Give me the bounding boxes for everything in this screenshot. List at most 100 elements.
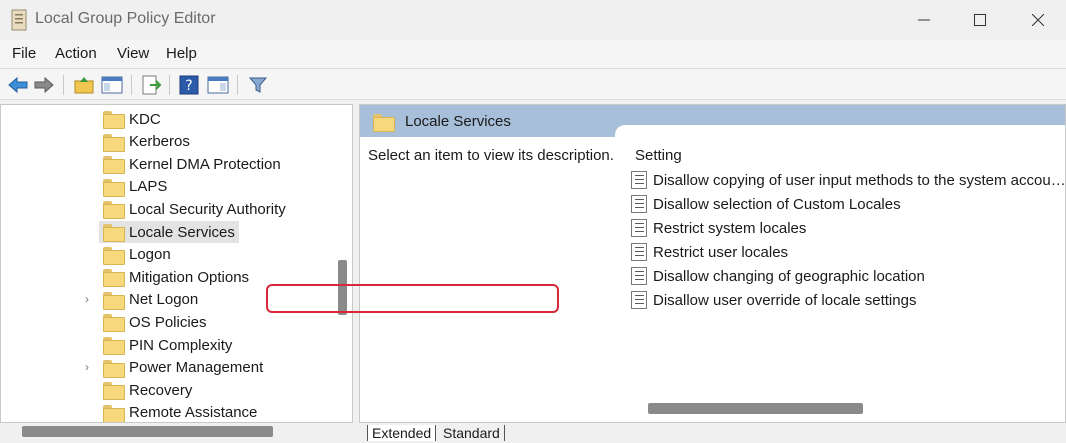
show-hide-tree-button[interactable] [100,73,124,97]
folder-icon [103,133,125,152]
back-arrow-icon [8,76,28,94]
console-tree-pane[interactable]: KDC Kerberos Kernel DMA Protection LAPS Loca… [0,104,353,423]
tree-item-label: Net Logon [129,291,199,309]
folder-up-icon [74,77,94,94]
tree-item-label: Locale Services [129,223,235,241]
show-hide-action-pane-button[interactable] [206,73,230,97]
tree-item-label: Kerberos [129,133,190,151]
maximize-icon [974,14,986,26]
tree-item[interactable]: Locale Services [99,221,239,243]
tree-item-label: Logon [129,246,171,264]
policy-setting-label: Disallow selection of Custom Locales [653,195,901,213]
tree-item-label: LAPS [129,178,168,196]
close-button[interactable] [1010,0,1066,40]
toolbar: ? [0,68,1066,100]
folder-icon [103,314,125,333]
settings-horizontal-scrollbar[interactable] [648,403,863,414]
tree-item-label: PIN Complexity [129,336,233,354]
policy-setting-row[interactable]: Disallow selection of Custom Locales [631,192,901,216]
setting-column-header[interactable]: Setting [635,147,682,164]
tree-item[interactable]: Logon [99,244,175,266]
tree-item-label: OS Policies [129,313,207,331]
menu-action[interactable]: Action [55,45,97,62]
minimize-button[interactable] [896,0,952,40]
tree-item[interactable]: Remote Assistance [99,402,261,422]
policy-setting-row[interactable]: Disallow user override of locale setting… [631,288,916,312]
tree-item[interactable]: PIN Complexity [99,334,236,356]
filter-button[interactable] [246,73,270,97]
tree-item-label: Mitigation Options [129,268,250,286]
tree-item[interactable]: Power Management [99,357,267,379]
view-tabs: Extended Standard [359,423,1066,443]
policy-setting-row[interactable]: Restrict system locales [631,216,806,240]
export-list-icon [142,75,162,95]
tree-item[interactable]: Local Security Authority [99,198,290,220]
tree-horizontal-scrollbar[interactable] [22,426,273,437]
policy-setting-icon [631,219,647,237]
policy-setting-icon [631,267,647,285]
tree-item-label: Remote Assistance [129,404,258,422]
folder-icon [103,404,125,422]
policy-setting-row[interactable]: Disallow copying of user input methods t… [631,168,1066,192]
folder-icon [103,382,125,401]
tab-standard[interactable]: Standard [439,425,505,441]
tree-item[interactable]: Net Logon [99,289,202,311]
folder-icon [103,156,125,175]
menu-bar: File Action View Help [0,40,1066,68]
policy-setting-icon [631,243,647,261]
toolbar-separator [131,75,132,95]
toolbar-separator [237,75,238,95]
policy-setting-label: Restrict user locales [653,243,789,261]
menu-file[interactable]: File [12,45,36,62]
tree-item[interactable]: Kerberos [99,131,194,153]
folder-icon [103,291,125,310]
settings-list: Setting Disallow copying of user input m… [615,125,1066,422]
up-one-level-button[interactable] [72,73,96,97]
help-icon: ? [179,75,199,95]
group-policy-app-icon [11,9,27,31]
menu-view[interactable]: View [117,45,149,62]
folder-icon [103,111,125,129]
policy-setting-row[interactable]: Disallow changing of geographic location [631,264,925,288]
tree-item[interactable]: Recovery [99,379,196,401]
folder-icon [103,337,125,355]
policy-setting-label: Disallow user override of locale setting… [653,291,917,309]
tree-item-label: KDC [129,110,161,128]
minimize-icon [918,19,930,21]
maximize-button[interactable] [952,0,1008,40]
close-icon [1032,14,1044,26]
folder-icon [103,224,125,242]
details-pane: Locale Services Select an item to view i… [359,104,1066,423]
menu-help[interactable]: Help [166,45,197,62]
highlight-box [266,284,559,313]
back-button[interactable] [6,73,30,97]
tree-item[interactable]: LAPS [99,176,171,198]
svg-text:?: ? [185,78,192,94]
policy-setting-icon [631,171,647,189]
folder-icon [103,178,125,197]
tab-extended[interactable]: Extended [367,425,437,441]
expand-chevron-icon[interactable]: › [85,360,89,374]
tree-item[interactable]: Mitigation Options [99,266,253,288]
details-header-title: Locale Services [405,113,511,130]
folder-icon [103,359,125,378]
help-button[interactable]: ? [177,73,201,97]
tree-item[interactable]: KDC [99,108,165,130]
action-pane-icon [207,76,229,94]
tree-item[interactable]: OS Policies [99,311,211,333]
policy-setting-label: Disallow copying of user input methods t… [653,171,1066,189]
description-text: Select an item to view its description. [368,147,614,164]
toolbar-separator [169,75,170,95]
policy-setting-row[interactable]: Restrict user locales [631,240,788,264]
tree-item-label: Power Management [129,359,264,377]
tree-item-label: Recovery [129,381,193,399]
folder-icon [103,246,125,265]
toolbar-separator [63,75,64,95]
expand-chevron-icon[interactable]: › [85,292,89,306]
export-list-button[interactable] [139,73,163,97]
console-tree-icon [101,76,123,94]
title-bar: Local Group Policy Editor [0,0,1066,40]
tree-item[interactable]: Kernel DMA Protection [99,153,285,175]
policy-setting-label: Disallow changing of geographic location [653,267,925,285]
forward-button[interactable] [32,73,56,97]
